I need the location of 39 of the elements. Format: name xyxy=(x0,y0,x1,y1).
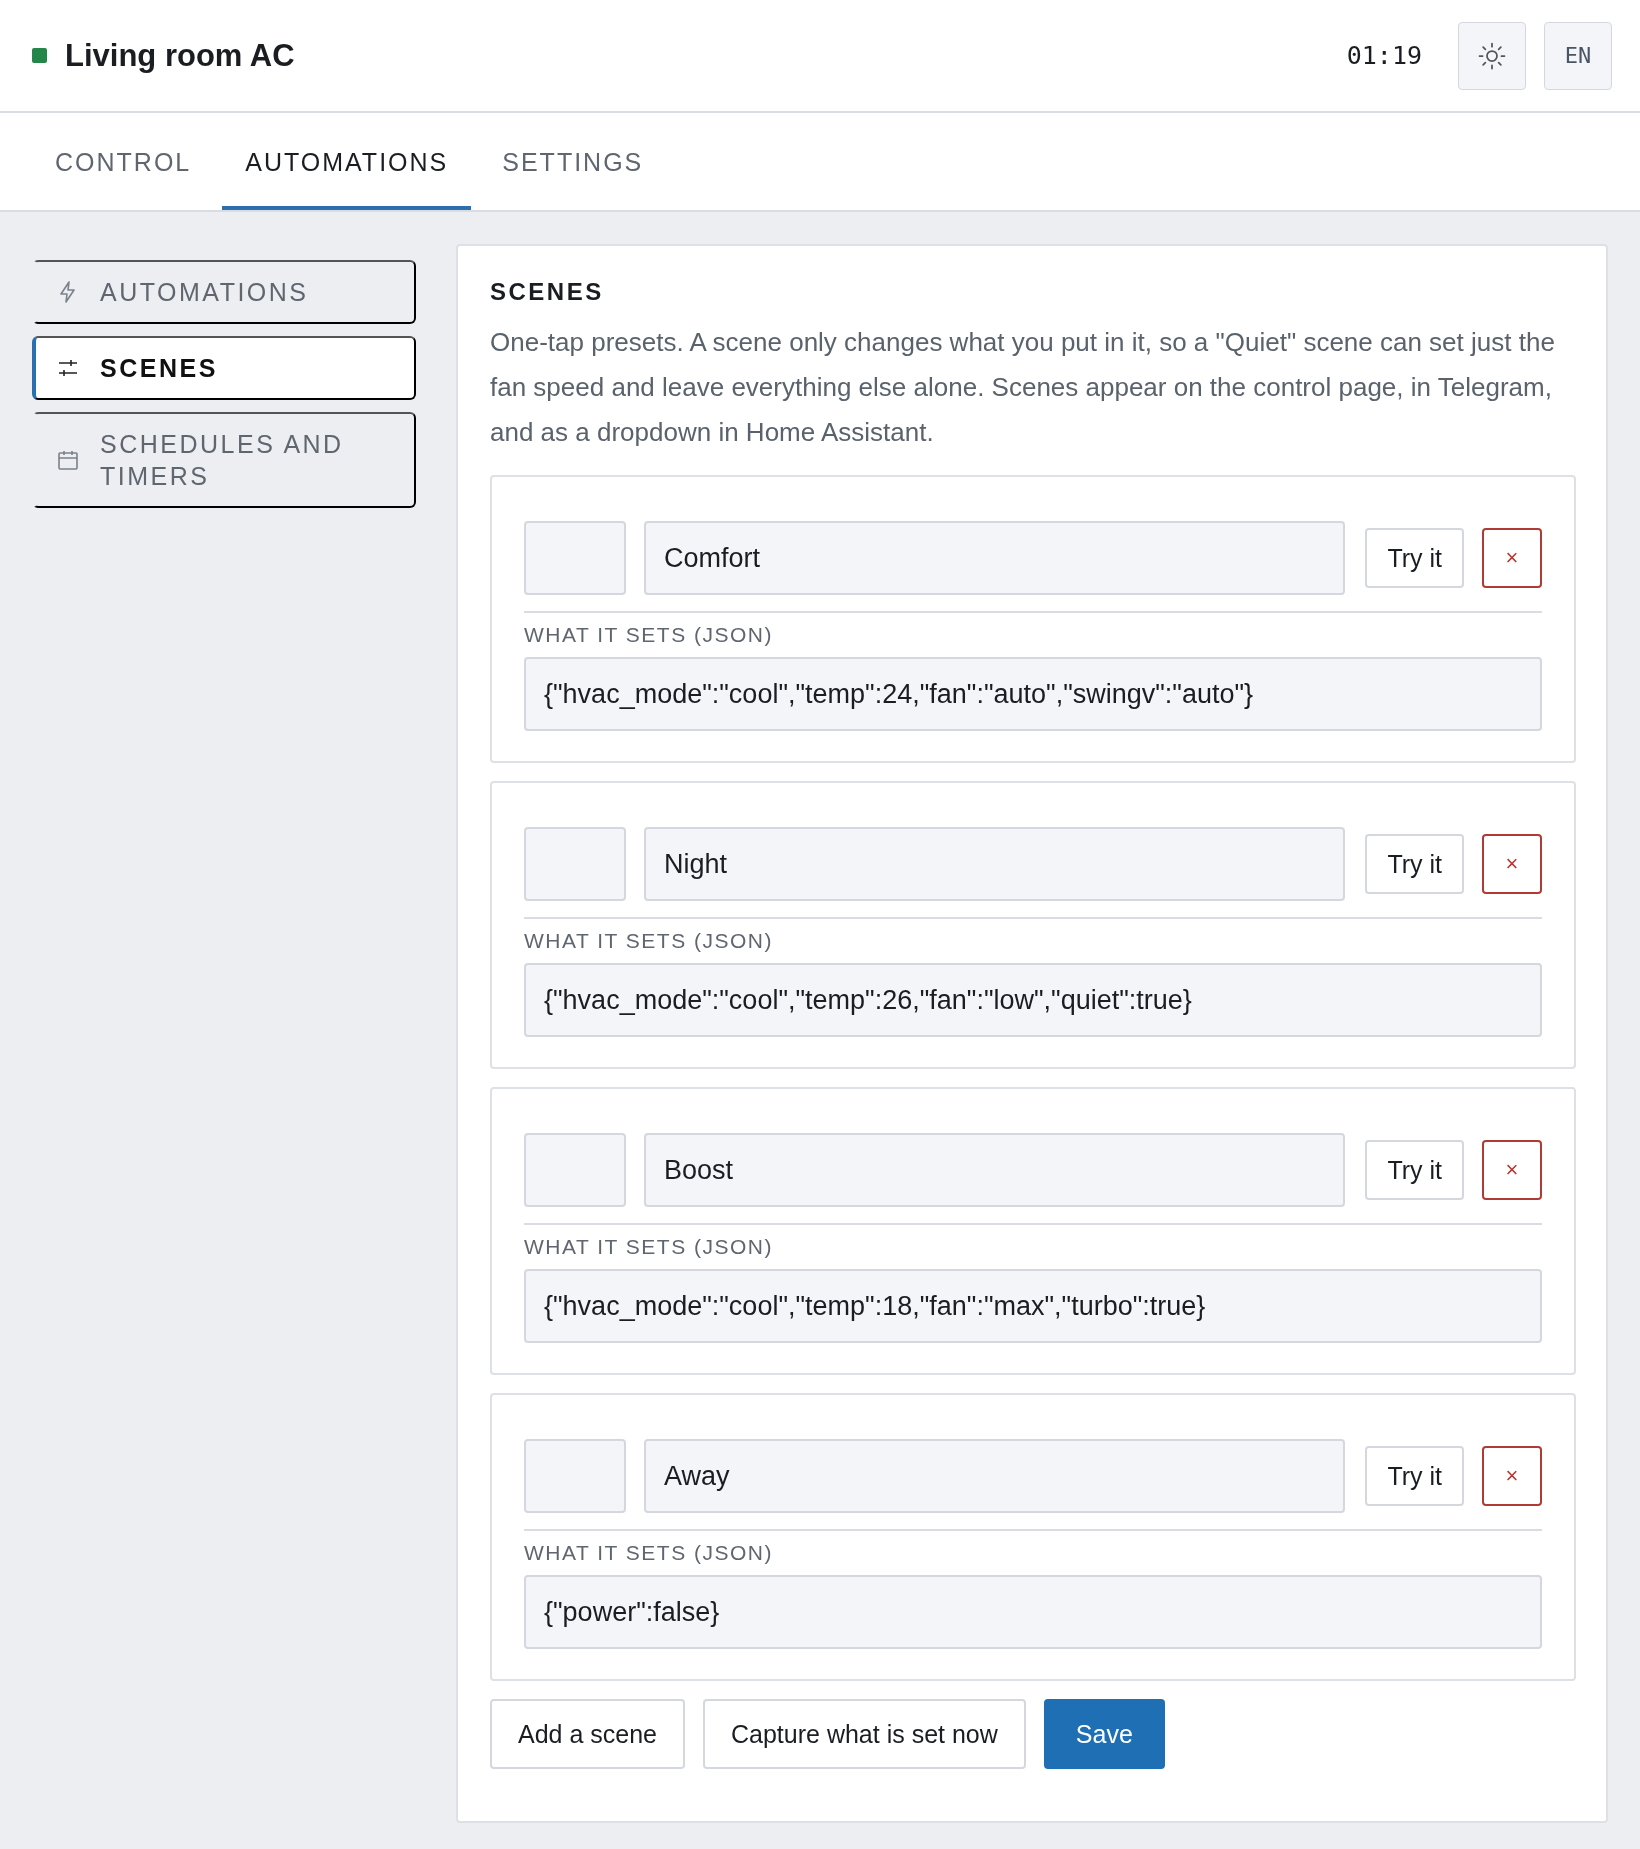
action-button[interactable]: Add a scene xyxy=(490,1699,685,1769)
try-it-button[interactable]: Try it xyxy=(1365,1446,1464,1506)
json-field[interactable]: {"power":false} xyxy=(524,1575,1542,1649)
calendar-icon xyxy=(56,448,80,472)
scene-name-field[interactable]: Away xyxy=(644,1439,1346,1513)
action-button[interactable]: Capture what is set now xyxy=(703,1699,1026,1769)
scene-name-field[interactable]: Boost xyxy=(644,1133,1346,1207)
try-it-button[interactable]: Try it xyxy=(1365,1140,1464,1200)
section-description: One-tap presets. A scene only changes what you put in it, so a "Quiet" scene can set just the fan speed and leave everything else alone. Scenes appear on the control page, in Telegram, and as a dropdown in Home Assistant. xyxy=(490,326,1556,449)
delete-button[interactable]: × xyxy=(1482,834,1542,894)
icon-field[interactable] xyxy=(524,521,626,595)
json-field[interactable]: {"hvac_mode":"cool","temp":24,"fan":"auto","swingv":"auto"} xyxy=(524,657,1542,731)
json-field[interactable]: {"hvac_mode":"cool","temp":26,"fan":"low","quiet":true} xyxy=(524,963,1542,1037)
delete-button[interactable]: × xyxy=(1482,1446,1542,1506)
clock: 01:19 xyxy=(1346,41,1422,70)
save-button[interactable]: Save xyxy=(1043,1699,1165,1769)
field-label: WHAT IT SETS (JSON) xyxy=(524,623,774,647)
scene-name-field[interactable]: Comfort xyxy=(644,521,1346,595)
delete-button[interactable]: × xyxy=(1482,1140,1542,1200)
try-it-button[interactable]: Try it xyxy=(1365,834,1464,894)
tab[interactable]: SETTINGS xyxy=(479,113,667,210)
field-label: WHAT IT SETS (JSON) xyxy=(524,1541,774,1565)
scene-name-field[interactable]: Night xyxy=(644,827,1346,901)
section-title: SCENES xyxy=(490,278,605,306)
icon-field[interactable] xyxy=(524,1439,626,1513)
language-button[interactable]: EN xyxy=(1544,21,1612,90)
try-it-button[interactable]: Try it xyxy=(1365,528,1464,588)
sun-icon xyxy=(1477,40,1507,71)
sidebar-item[interactable]: SCENES xyxy=(32,336,416,400)
field-label: WHAT IT SETS (JSON) xyxy=(524,1235,774,1259)
tab[interactable]: AUTOMATIONS xyxy=(222,113,472,210)
json-field[interactable]: {"hvac_mode":"cool","temp":18,"fan":"max","turbo":true} xyxy=(524,1269,1542,1343)
field-label: WHAT IT SETS (JSON) xyxy=(524,929,774,953)
delete-button[interactable]: × xyxy=(1482,528,1542,588)
icon-field[interactable] xyxy=(524,1133,626,1207)
icon-field[interactable] xyxy=(524,827,626,901)
theme-toggle-button[interactable] xyxy=(1458,21,1526,90)
device-title: Living room AC xyxy=(65,37,296,74)
tab[interactable]: CONTROL xyxy=(32,113,215,210)
